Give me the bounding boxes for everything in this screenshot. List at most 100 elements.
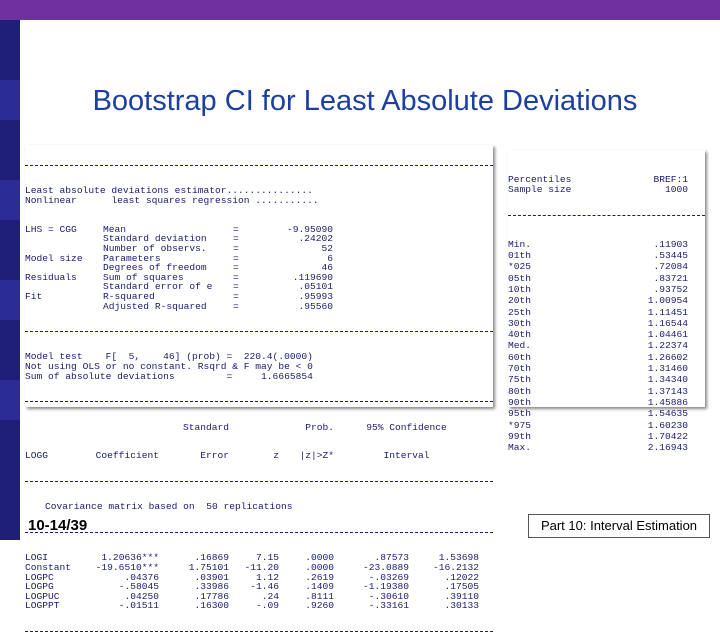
stat-row: Number of observs. = 52	[25, 244, 493, 254]
top-accent-bar	[0, 0, 720, 20]
table-cell: .04376	[124, 572, 159, 583]
percentile-label: 10th	[508, 283, 532, 295]
divider	[508, 214, 705, 216]
stat-cell: -9.95090	[286, 224, 333, 235]
percentile-label: Max.	[508, 442, 532, 454]
stat-cell: Fit	[25, 291, 43, 302]
table-cell: 1.20636***	[101, 553, 159, 563]
table-cell: .0000	[305, 553, 334, 563]
left-bar-segment	[0, 180, 20, 220]
table-cell: 1.12	[255, 572, 279, 583]
percentile-row: 60th 1.26602	[508, 352, 705, 363]
table-cell: -.30610	[368, 591, 409, 602]
table-cell: -.01511	[118, 601, 159, 611]
table-cell: 1.53698	[438, 553, 479, 563]
percentiles-header-cell: Percentiles	[508, 175, 572, 185]
percentile-label: 95th	[508, 408, 532, 420]
table-cell: .0000	[305, 562, 334, 573]
table-header-cell: |z|>Z*	[299, 451, 334, 461]
stat-cell	[25, 282, 103, 292]
percentile-row: Med. 1.22374	[508, 340, 705, 351]
percentiles-header-cell: 1000	[664, 184, 688, 195]
slide-title: Bootstrap CI for Least Absolute Deviatio…	[92, 85, 638, 117]
table-row: LOGI 1.20636*** .16869 7.15 .0000 .87573 1.536…	[25, 553, 493, 563]
coefficient-table: LOGI 1.20636*** .16869 7.15 .0000 .87573 1.536…	[25, 553, 493, 611]
stat-cell: 46	[321, 263, 333, 273]
table-cell: .24	[261, 591, 279, 602]
percentile-value: 2.16943	[647, 442, 688, 454]
table-row: Constant -19.6510*** 1.75101 -11.20 .0000 -23…	[25, 563, 493, 573]
divider	[25, 331, 493, 333]
table-row: LOGPPT -.01511 .16300 -.09 .9260 -.33161 .3013…	[25, 601, 493, 611]
table-cell: -.09	[255, 601, 279, 611]
stat-cell: Number of observs.	[103, 243, 207, 254]
percentile-value: .83721	[653, 272, 688, 284]
percentile-row: 40th 1.04461	[508, 329, 705, 340]
table-cell: .39110	[444, 591, 479, 602]
covariance-note: Covariance matrix based on 50 replicatio…	[45, 501, 293, 513]
table-cell: 7.15	[255, 553, 279, 563]
percentiles-header-row: Sample size 1000	[508, 185, 705, 195]
stat-cell: Residuals	[25, 272, 77, 283]
percentile-row: Min. .11903	[508, 239, 705, 250]
table-cell: -23.0889	[362, 562, 409, 573]
percentile-value: .11903	[653, 238, 688, 250]
table-header-row: LOGG Coefficient Error z |z|>Z* Interval	[25, 451, 493, 461]
stat-row: Fit R-squared = .95993	[25, 292, 493, 302]
percentile-label: 20th	[508, 295, 532, 307]
percentile-value: 1.70422	[647, 430, 688, 442]
table-cell: -.33161	[368, 601, 409, 611]
table-header-cell: Interval	[383, 451, 430, 461]
percentile-label: 80th	[508, 385, 532, 397]
footer-caption: Part 10: Interval Estimation	[528, 514, 710, 538]
percentile-value: .53445	[653, 250, 688, 262]
percentile-label: 99th	[508, 430, 532, 442]
percentile-value: 1.22374	[647, 340, 688, 352]
percentile-row: 70th 1.31460	[508, 363, 705, 374]
stat-cell: 6	[327, 253, 333, 264]
table-cell: -1.19380	[362, 582, 409, 592]
stat-cell: .05101	[298, 282, 333, 292]
percentile-row: 80th 1.37143	[508, 386, 705, 397]
table-cell: .16300	[194, 601, 229, 611]
output-header: Least absolute deviations estimator.....…	[25, 186, 493, 205]
percentile-row: 95th 1.54635	[508, 408, 705, 419]
percentiles-header-cell: Sample size	[508, 184, 572, 195]
table-cell: .87573	[374, 553, 409, 563]
percentile-label: 25th	[508, 306, 532, 318]
table-header-cell: Error	[200, 451, 229, 461]
divider	[25, 631, 493, 633]
percentile-label: 40th	[508, 329, 532, 341]
stat-row: Standard deviation = .24202	[25, 234, 493, 244]
percentile-row: 75th 1.34340	[508, 374, 705, 385]
percentile-row: 30th 1.16544	[508, 318, 705, 329]
table-header-cell: 95% Confidence	[366, 422, 447, 433]
stat-cell: .119690	[292, 272, 333, 283]
percentile-label: 01th	[508, 250, 532, 262]
percentile-label: 90th	[508, 396, 532, 408]
table-header-cell: z	[273, 451, 279, 461]
stat-cell: Adjusted R-squared	[103, 301, 207, 312]
table-cell: .8111	[305, 591, 334, 602]
stat-cell: =	[233, 224, 239, 235]
stat-row: Adjusted R-squared = .95560	[25, 302, 493, 312]
percentile-value: .93752	[653, 283, 688, 295]
table-cell: Constant	[25, 562, 72, 573]
slide-number: 10-14/39	[28, 517, 88, 534]
stat-row: Standard error of e = .05101	[25, 282, 493, 292]
percentile-row: 90th 1.45886	[508, 397, 705, 408]
table-cell: 1.75101	[188, 562, 229, 573]
stat-row: LHS = CGG Mean = -9.95090	[25, 225, 493, 235]
output-stats: LHS = CGG Mean = -9.95090 Standard deviation…	[25, 225, 493, 311]
percentile-value: 1.45886	[647, 396, 688, 408]
table-header-cell: Coefficient	[95, 451, 159, 461]
percentile-value: 1.34340	[647, 374, 688, 386]
table-row: LOGPC .04376 .03901 1.12 .2619 -.03269 .12022	[25, 573, 493, 583]
percentile-value: 1.04461	[647, 329, 688, 341]
percentile-value: 1.54635	[647, 408, 688, 420]
left-accent-bar	[0, 20, 20, 540]
divider	[25, 165, 493, 167]
percentile-row: *975 1.60230	[508, 420, 705, 431]
left-bar-segment	[0, 280, 20, 320]
stat-cell: =	[233, 282, 239, 292]
